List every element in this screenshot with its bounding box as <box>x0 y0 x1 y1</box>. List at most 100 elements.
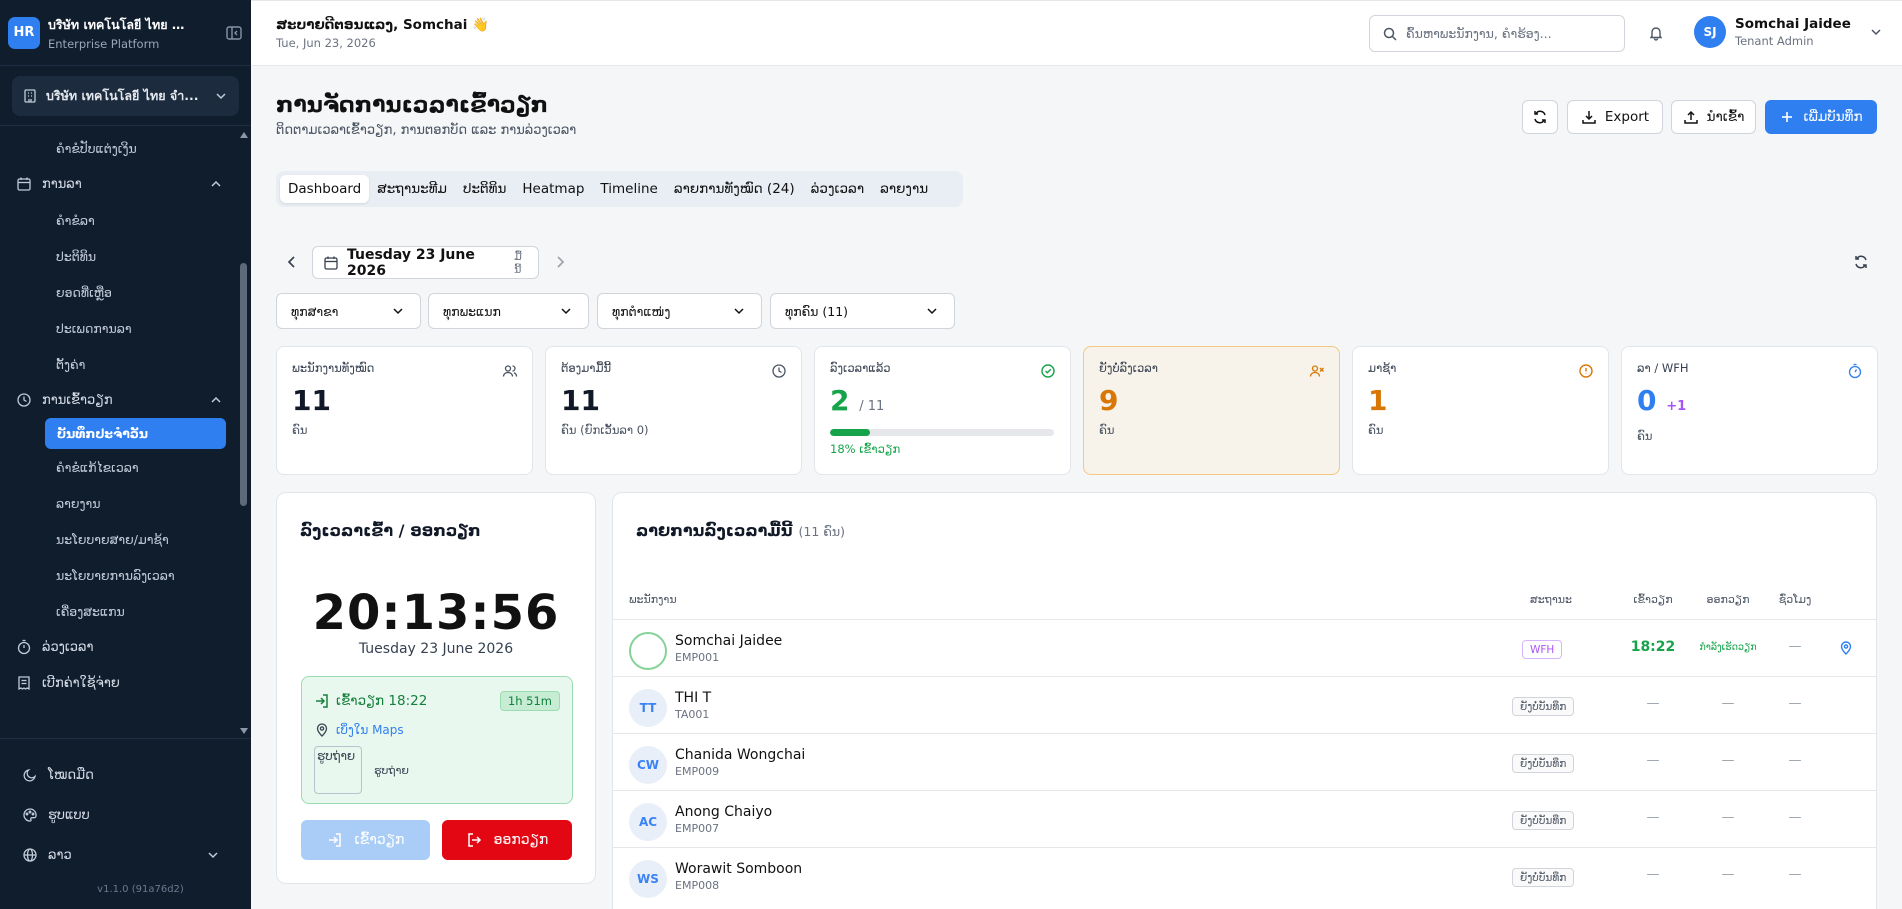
employee-name: Anong Chaiyo <box>675 804 773 820</box>
log-in-icon <box>328 833 341 847</box>
reload-data-button[interactable] <box>1853 254 1869 270</box>
sidebar-footer: ໂໝດມືດ ຮູບແບບ ລາວ <box>0 755 251 875</box>
checkin-progress-bar <box>830 429 1054 436</box>
chevron-down-icon <box>216 93 226 100</box>
stat-unit: ຄົນ <box>1099 423 1115 437</box>
search-icon <box>1383 27 1397 41</box>
check-in-button[interactable]: ເຂົ້າວຽກ <box>301 820 430 860</box>
checkin-photo[interactable]: ຮູບຖ່າຍ <box>314 746 362 794</box>
check-in-time: — <box>1646 867 1660 882</box>
stat-card-total: ພະນັກງານທັງໝົດ 11 ຄົນ <box>276 346 533 475</box>
dark-mode-toggle[interactable]: ໂໝດມືດ <box>0 755 251 795</box>
sidebar-item-leave-types[interactable]: ປະເພດການລາ <box>0 310 238 346</box>
employee-code: EMP001 <box>675 651 720 664</box>
refresh-icon <box>1534 110 1546 124</box>
tenant-switcher[interactable]: บริษัท เทคโนโลยี ไทย จำ... <box>12 76 239 116</box>
next-day-button[interactable] <box>552 254 568 270</box>
sidebar-item-leave-calendar[interactable]: ປະຕິທິນ <box>0 238 238 274</box>
building-icon <box>24 89 36 103</box>
stat-number: 9 <box>1099 384 1119 417</box>
language-selector[interactable]: ລາວ <box>0 835 251 875</box>
search-input[interactable]: ຄົ້ນຫາພະນັກງານ, ຄຳຮ້ອງ... <box>1406 26 1552 41</box>
check-out-time: — <box>1721 867 1735 882</box>
branch-filter[interactable]: ທຸກສາຂາ <box>276 293 421 329</box>
sidebar-item-leave-balance[interactable]: ຍອດທີ່ເຫຼືອ <box>0 274 238 310</box>
theme-selector[interactable]: ຮູບແບບ <box>0 795 251 835</box>
check-out-time: — <box>1721 810 1735 825</box>
chevron-down-icon <box>208 852 218 859</box>
date-picker[interactable]: Tuesday 23 June 2026 ມື້ນີ້ <box>312 246 539 279</box>
col-check-in: ເຂົ້າວຽກ <box>1633 593 1673 606</box>
hours-worked: — <box>1788 639 1802 654</box>
chevron-right-icon <box>557 256 565 268</box>
sidebar-group-label: ການເຂົ້າວຽກ <box>42 392 113 408</box>
view-in-maps-link[interactable]: ເບິ່ງໃນ Maps <box>314 722 560 738</box>
tab-team-status[interactable]: ສະຖານະທີມ <box>369 175 455 203</box>
check-in-time: 18:22 <box>1630 639 1676 655</box>
department-filter[interactable]: ທຸກພະແນກ <box>428 293 589 329</box>
stat-unit: ຄົນ <box>292 423 308 437</box>
tab-all-records[interactable]: ລາຍການທັງໝົດ (24) <box>666 175 803 203</box>
table-row[interactable]: TT THI T TA001 ຍັງບໍ່ບັນທຶກ — — — <box>613 676 1876 733</box>
sidebar-item-salary-adjust[interactable]: ຄຳຂໍປັບແຕ່ງເງິນ <box>0 130 238 166</box>
tab-heatmap[interactable]: Heatmap <box>514 175 592 203</box>
page-title: ການຈັດການເວລາເຂົ້າວຽກ <box>276 93 548 118</box>
table-row[interactable]: CW Chanida Wongchai EMP009 ຍັງບໍ່ບັນທຶກ … <box>613 733 1876 790</box>
sidebar-nav: ຄຳຂໍປັບແຕ່ງເງິນ ການລາ ຄຳຂໍລາ ປະຕິທິນ ຍອດ… <box>0 130 238 736</box>
sidebar-item-leave-requests[interactable]: ຄຳຂໍລາ <box>0 202 238 238</box>
upload-icon <box>1683 110 1698 124</box>
sidebar-group-leave[interactable]: ການລາ <box>0 166 238 202</box>
sidebar-group-attendance[interactable]: ການເຂົ້າວຽກ <box>0 382 238 418</box>
refresh-button[interactable] <box>1522 100 1558 134</box>
table-row[interactable]: WS Worawit Somboon EMP008 ຍັງບໍ່ບັນທຶກ —… <box>613 847 1876 904</box>
table-row[interactable]: AC Anong Chaiyo EMP007 ຍັງບໍ່ບັນທຶກ — — … <box>613 790 1876 847</box>
user-role: Tenant Admin <box>1735 34 1814 48</box>
tab-calendar[interactable]: ປະຕິທິນ <box>455 175 514 203</box>
progress-fill <box>830 429 871 436</box>
chevron-down-icon <box>561 308 571 315</box>
import-button[interactable]: ນຳເຂົ້າ <box>1671 100 1756 134</box>
global-search[interactable]: ຄົ້ນຫາພະນັກງານ, ຄຳຮ້ອງ... <box>1369 15 1625 52</box>
sidebar-item-scanners[interactable]: ເຄື່ອງສະແກນ <box>0 593 238 629</box>
tab-reports[interactable]: ລາຍງານ <box>872 175 936 203</box>
stat-title: ຍັງບໍ່ລົງເວລາ <box>1099 361 1158 375</box>
sidebar-item-attendance-reports[interactable]: ລາຍງານ <box>0 485 238 521</box>
prev-day-button[interactable] <box>284 254 300 270</box>
clock-date: Tuesday 23 June 2026 <box>358 641 514 657</box>
tab-overtime[interactable]: ລ່ວງເວລາ <box>803 175 872 203</box>
maps-link-label: ເບິ່ງໃນ Maps <box>336 723 404 737</box>
collapse-sidebar-icon[interactable] <box>225 24 243 42</box>
tab-dashboard[interactable]: Dashboard <box>280 175 370 203</box>
sidebar-item-clock-policy[interactable]: ນະໂຍບາຍການລົງເວລາ <box>0 557 238 593</box>
scrollbar-thumb[interactable] <box>240 263 247 506</box>
sidebar-item-label: ເບີກຄ່າໃຊ້ຈ່າຍ <box>42 675 120 691</box>
employee-filter[interactable]: ທຸກຄົນ (11) <box>770 293 955 329</box>
chevron-down-icon <box>927 308 937 315</box>
export-label: Export <box>1604 109 1650 125</box>
live-clock: 20:13:56 <box>312 585 560 641</box>
department-filter-value: ທຸກພະແນກ <box>443 303 501 319</box>
position-filter[interactable]: ທຸກຕຳແໜ່ງ <box>597 293 762 329</box>
check-out-button[interactable]: ອອກວຽກ <box>442 820 572 860</box>
table-row[interactable]: Somchai Jaidee EMP001 WFH 18:22 ກຳລັງເຮັ… <box>613 619 1876 676</box>
tab-timeline[interactable]: Timeline <box>592 175 665 203</box>
sidebar-item-leave-settings[interactable]: ຕັ້ງຄ່າ <box>0 346 238 382</box>
notification-bell-icon[interactable] <box>1648 25 1664 41</box>
col-status: ສະຖານະ <box>1530 593 1572 606</box>
sidebar-item-daily-records[interactable]: ບັນທຶກປະຈຳວັນ <box>45 418 226 449</box>
user-menu[interactable]: SJ Somchai Jaidee Tenant Admin <box>1694 16 1884 48</box>
sidebar-item-overtime[interactable]: ລ່ວງເວລາ <box>0 629 238 665</box>
employee-name: Chanida Wongchai <box>675 747 806 763</box>
sidebar-scrollbar[interactable] <box>239 128 248 734</box>
clock-in-panel: ລົງເວລາເຂົ້າ / ອອກວຽກ 20:13:56 Tuesday 2… <box>276 492 596 884</box>
map-pin-icon[interactable] <box>1838 640 1854 656</box>
stat-unit: 18% ເຂົ້າວຽກ <box>830 442 901 456</box>
col-check-out: ອອກວຽກ <box>1706 593 1750 606</box>
avatar: TT <box>629 689 667 727</box>
export-button[interactable]: Export <box>1567 100 1663 134</box>
sidebar-item-time-corrections[interactable]: ຄຳຂໍແກ້ໄຂເວລາ <box>0 449 238 485</box>
add-record-button[interactable]: ເພີ່ມບັນທຶກ <box>1765 100 1877 134</box>
sidebar-item-late-policy[interactable]: ນະໂຍບາຍສາຍ/ມາຊ້າ <box>0 521 238 557</box>
sidebar-item-expenses[interactable]: ເບີກຄ່າໃຊ້ຈ່າຍ <box>0 665 238 701</box>
calendar-icon <box>17 177 31 191</box>
